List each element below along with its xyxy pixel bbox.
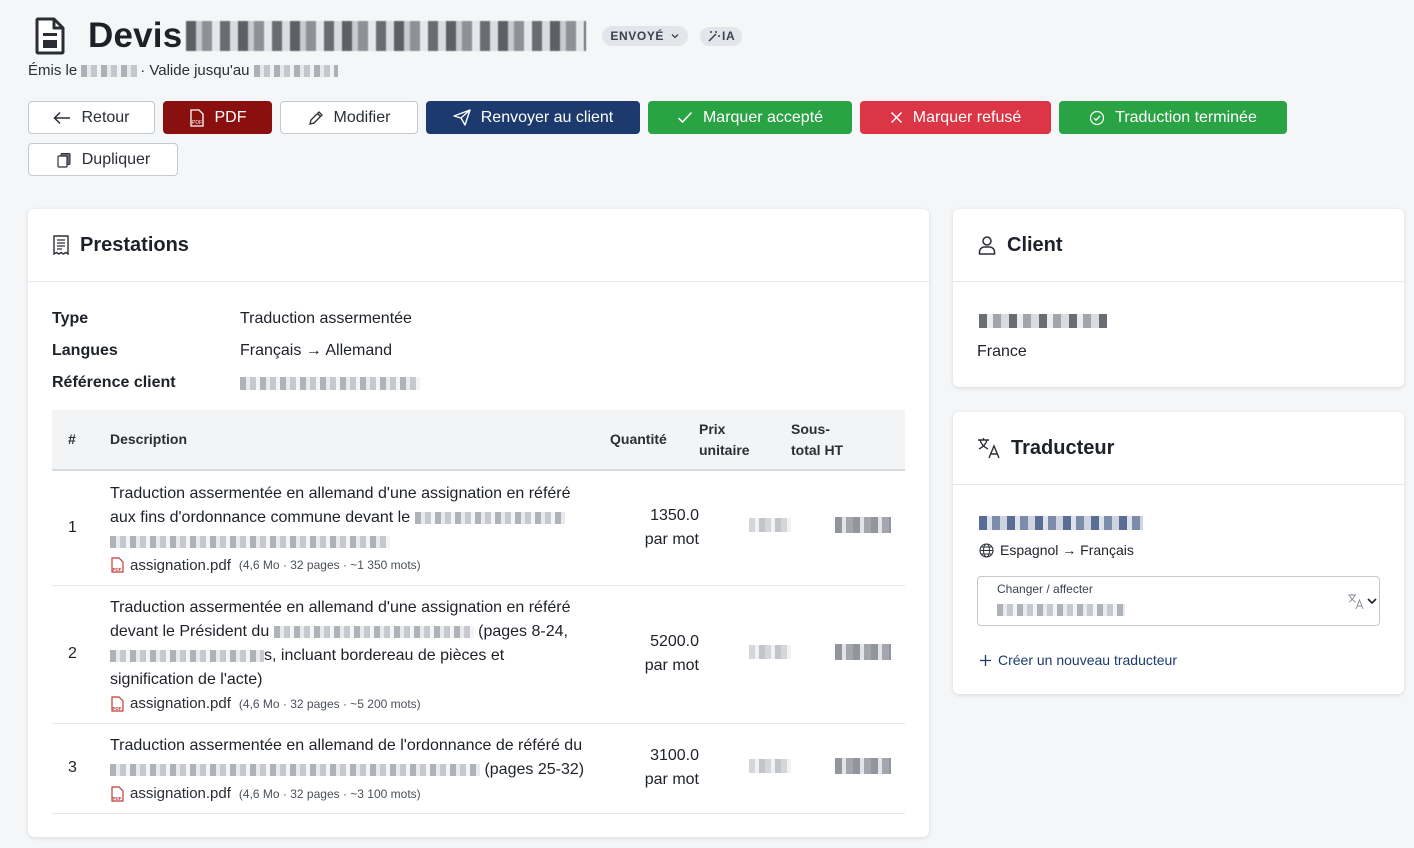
file-attachment[interactable]: PDF assignation.pdf (4,6 Mo · 32 pages ·…: [110, 785, 610, 802]
pencil-icon: [308, 110, 323, 125]
action-toolbar: Retour PDF PDF Modifier Renvoyer au clie…: [28, 101, 1318, 176]
client-title: Client: [1007, 233, 1063, 256]
status-badge[interactable]: ENVOYÉ: [602, 26, 689, 46]
translate-icon: [1348, 594, 1364, 610]
quote-number-redacted: [186, 21, 587, 51]
svg-text:PDF: PDF: [113, 706, 122, 711]
check-circle-icon: [1090, 110, 1105, 125]
pdf-button[interactable]: PDF PDF: [163, 101, 272, 134]
prestations-card: Prestations Type Traduction assermentée …: [28, 209, 929, 837]
resend-client-button[interactable]: Renvoyer au client: [426, 101, 640, 134]
translator-header: Traducteur: [953, 412, 1404, 485]
items-table: # Description Quantité Prix unitaire Sous…: [52, 410, 905, 814]
col-subtotal: Sous-total HT: [791, 420, 844, 458]
send-icon: [453, 109, 471, 126]
plus-icon: [980, 654, 991, 666]
assign-translator-select[interactable]: Changer / affecter: [977, 576, 1380, 626]
translator-name-redacted: [979, 514, 1143, 532]
chevron-down-icon: [671, 34, 679, 39]
file-attachment[interactable]: PDF assignation.pdf (4,6 Mo · 32 pages ·…: [110, 557, 610, 574]
svg-text:PDF: PDF: [113, 796, 122, 801]
pdf-file-icon: PDF: [111, 695, 124, 712]
arrow-left-icon: [53, 111, 71, 124]
globe-icon: [979, 542, 994, 558]
col-description: Description: [110, 431, 188, 447]
prestations-header: Prestations: [28, 209, 929, 282]
select-value-redacted: [997, 601, 1125, 619]
svg-text:PDF: PDF: [113, 567, 122, 572]
svg-text:PDF: PDF: [192, 120, 202, 126]
client-country: France: [977, 343, 1027, 360]
quote-dates: Émis le · Valide jusqu'au: [28, 62, 742, 79]
edit-button[interactable]: Modifier: [280, 101, 418, 134]
file-attachment[interactable]: PDF assignation.pdf (4,6 Mo · 32 pages ·…: [110, 695, 610, 712]
receipt-icon: [53, 235, 69, 255]
table-header-row: # Description Quantité Prix unitaire Sous…: [52, 410, 905, 470]
select-label: Changer / affecter: [997, 582, 1093, 596]
duplicate-button[interactable]: Dupliquer: [28, 143, 178, 176]
table-row: 1 Traduction assermentée en allemand d'u…: [52, 470, 905, 585]
mark-refused-button[interactable]: Marquer refusé: [860, 101, 1051, 134]
col-unit-price: Prix unitaire: [699, 420, 750, 458]
chevron-down-icon: [1367, 598, 1377, 605]
user-icon: [978, 236, 996, 255]
translator-card: Traducteur Espagnol → Français Changer /…: [953, 412, 1404, 694]
table-row: 2 Traduction assermentée en allemand d'u…: [52, 585, 905, 723]
copy-icon: [57, 152, 71, 168]
client-name-redacted: [979, 312, 1107, 330]
check-icon: [677, 111, 693, 124]
magic-wand-icon: [708, 31, 721, 42]
back-button[interactable]: Retour: [28, 101, 155, 134]
prestations-title: Prestations: [80, 233, 189, 256]
table-row: 3 Traduction assermentée en allemand de …: [52, 723, 905, 813]
create-translator-link[interactable]: Créer un nouveau traducteur: [979, 652, 1177, 668]
close-icon: [890, 111, 902, 124]
translator-languages: Espagnol → Français: [979, 542, 1134, 558]
mark-accepted-button[interactable]: Marquer accepté: [648, 101, 852, 134]
col-quantity: Quantité: [610, 431, 667, 447]
translation-done-button[interactable]: Traduction terminée: [1059, 101, 1287, 134]
pdf-file-icon: PDF: [111, 785, 124, 802]
col-num: #: [68, 431, 76, 447]
pdf-file-icon: PDF: [111, 557, 124, 573]
ia-badge: IA: [700, 26, 743, 46]
client-card: Client France: [953, 209, 1404, 387]
document-icon: [28, 14, 72, 58]
translate-icon: [978, 438, 1000, 459]
translator-title: Traducteur: [1011, 436, 1115, 459]
page-header: Devis ENVOYÉ IA Émis le · Valide jusqu'a…: [28, 14, 743, 79]
pdf-file-icon: PDF: [189, 108, 204, 127]
page-title: Devis: [88, 16, 183, 55]
client-header: Client: [953, 209, 1404, 282]
